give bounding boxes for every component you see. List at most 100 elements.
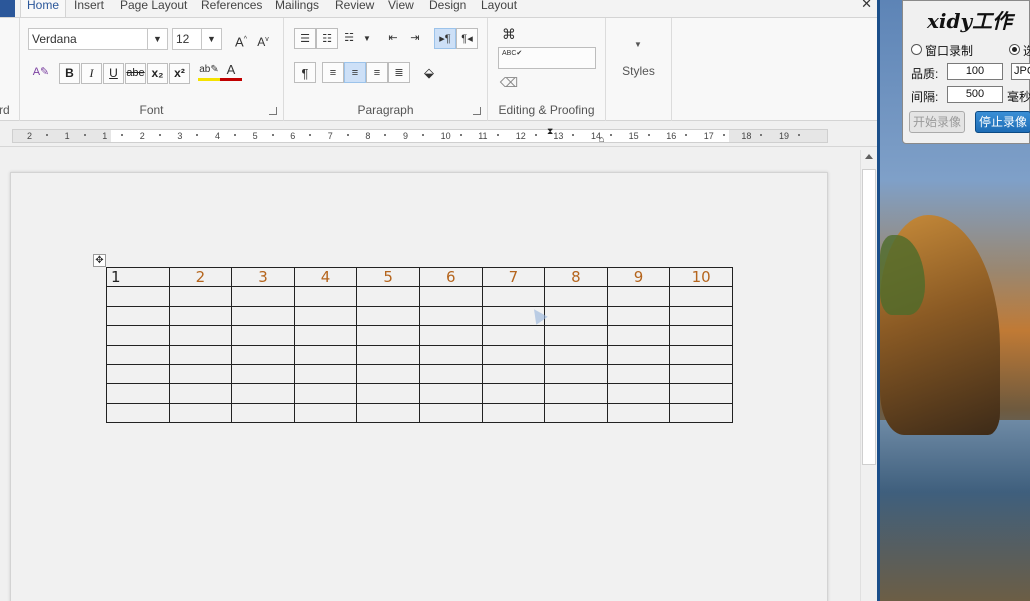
table-cell[interactable] bbox=[418, 402, 483, 424]
table-cell[interactable] bbox=[481, 402, 546, 424]
document-table[interactable]: 1 2 3 4 5 6 7 8 9 10 bbox=[106, 266, 733, 424]
table-cell[interactable] bbox=[293, 402, 358, 424]
right-to-left-icon[interactable]: ¶◂ bbox=[456, 28, 478, 49]
bold-button[interactable]: B bbox=[59, 63, 80, 84]
table-cell[interactable] bbox=[293, 305, 358, 327]
table-cell[interactable] bbox=[669, 344, 733, 365]
strikethrough-button[interactable]: abe bbox=[125, 63, 146, 84]
align-left-icon[interactable]: ≡ bbox=[322, 62, 344, 83]
table-cell[interactable] bbox=[481, 383, 546, 404]
left-to-right-icon[interactable]: ▸¶ bbox=[434, 28, 456, 49]
bullets-icon[interactable]: ☰ bbox=[294, 28, 316, 49]
vertical-scrollbar[interactable] bbox=[860, 150, 877, 601]
table-cell[interactable] bbox=[293, 286, 358, 307]
align-right-icon[interactable]: ≡ bbox=[366, 62, 388, 83]
table-cell[interactable]: 2 bbox=[168, 266, 233, 288]
increase-indent-icon[interactable]: ⇥ bbox=[404, 28, 426, 49]
table-cell[interactable] bbox=[106, 305, 170, 327]
table-cell[interactable] bbox=[168, 305, 233, 327]
table-cell[interactable] bbox=[168, 402, 233, 424]
table-cell[interactable] bbox=[606, 363, 671, 385]
eraser-icon[interactable]: ⌫ bbox=[498, 72, 520, 93]
justify-icon[interactable]: ≣ bbox=[388, 62, 410, 83]
table-cell[interactable] bbox=[481, 363, 546, 385]
table-cell[interactable]: 9 bbox=[606, 266, 671, 288]
table-cell[interactable] bbox=[544, 383, 608, 404]
document-page[interactable]: ✥ 1 2 3 4 5 6 7 8 9 10 bbox=[10, 172, 828, 601]
quality-input[interactable]: 100 bbox=[947, 63, 1003, 80]
table-cell[interactable] bbox=[669, 286, 733, 307]
table-cell[interactable] bbox=[356, 402, 420, 424]
tab-references[interactable]: References bbox=[195, 0, 268, 17]
chevron-down-icon[interactable]: ▼ bbox=[147, 29, 167, 49]
table-cell[interactable] bbox=[544, 305, 608, 327]
chevron-down-icon[interactable]: ▼ bbox=[201, 29, 221, 49]
table-cell[interactable] bbox=[231, 305, 295, 327]
paragraph-dialog-launcher-icon[interactable] bbox=[473, 107, 481, 115]
right-indent-icon[interactable]: ⌂ bbox=[599, 134, 604, 144]
table-cell[interactable] bbox=[481, 325, 546, 346]
chevron-down-icon[interactable]: ▼ bbox=[356, 28, 378, 49]
table-cell[interactable] bbox=[106, 325, 170, 346]
stop-recording-button[interactable]: 停止录像 bbox=[975, 111, 1030, 133]
table-cell[interactable] bbox=[606, 383, 671, 404]
table-cell[interactable] bbox=[231, 402, 295, 424]
chevron-down-icon[interactable]: ▼ bbox=[634, 40, 642, 49]
table-cell[interactable] bbox=[544, 363, 608, 385]
table-cell[interactable]: 8 bbox=[544, 266, 608, 288]
superscript-button[interactable]: x² bbox=[169, 63, 190, 84]
font-color-button[interactable]: A bbox=[220, 62, 242, 81]
table-cell[interactable] bbox=[168, 344, 233, 365]
table-cell[interactable] bbox=[669, 325, 733, 346]
table-cell[interactable] bbox=[293, 344, 358, 365]
font-dialog-launcher-icon[interactable] bbox=[269, 107, 277, 115]
start-recording-button[interactable]: 开始录像 bbox=[909, 111, 965, 133]
table-cell[interactable] bbox=[606, 305, 671, 327]
table-cell[interactable] bbox=[418, 286, 483, 307]
table-cell[interactable] bbox=[231, 363, 295, 385]
subscript-button[interactable]: x₂ bbox=[147, 63, 168, 84]
interval-input[interactable]: 500 bbox=[947, 86, 1003, 103]
table-cell[interactable] bbox=[356, 286, 420, 307]
scroll-up-icon[interactable] bbox=[865, 154, 873, 159]
table-cell[interactable] bbox=[418, 363, 483, 385]
table-cell[interactable] bbox=[106, 344, 170, 365]
table-cell[interactable] bbox=[168, 383, 233, 404]
table-cell[interactable] bbox=[606, 286, 671, 307]
table-cell[interactable] bbox=[293, 383, 358, 404]
table-cell[interactable] bbox=[356, 344, 420, 365]
styles-button[interactable]: Styles bbox=[606, 64, 671, 78]
table-cell[interactable] bbox=[356, 305, 420, 327]
window-record-radio[interactable] bbox=[911, 44, 922, 55]
table-cell[interactable] bbox=[606, 344, 671, 365]
table-cell[interactable] bbox=[481, 286, 546, 307]
other-mode-radio[interactable] bbox=[1009, 44, 1020, 55]
table-cell[interactable] bbox=[669, 305, 733, 327]
table-cell[interactable] bbox=[544, 402, 608, 424]
table-cell[interactable] bbox=[544, 344, 608, 365]
decrease-indent-icon[interactable]: ⇤ bbox=[382, 28, 404, 49]
file-menu-button[interactable] bbox=[0, 0, 15, 17]
tab-view[interactable]: View bbox=[382, 0, 420, 17]
tab-home[interactable]: Home bbox=[20, 0, 67, 17]
find-binoculars-icon[interactable]: ⌘ bbox=[498, 24, 520, 45]
table-cell[interactable] bbox=[356, 383, 420, 404]
table-cell[interactable]: 6 bbox=[418, 266, 483, 288]
table-cell[interactable] bbox=[418, 325, 483, 346]
table-cell[interactable] bbox=[669, 383, 733, 404]
hanging-indent-icon[interactable]: ⧗ bbox=[547, 126, 553, 137]
shading-icon[interactable]: ⬙ bbox=[418, 62, 440, 83]
align-center-icon[interactable]: ≡ bbox=[344, 62, 366, 83]
horizontal-ruler[interactable]: 2 1 1 2 3 4 5 6 7 8 9 10 11 12 13 14 15 16 17 18 19 ⧗ ⌂ bbox=[0, 125, 880, 147]
numbering-icon[interactable]: ☷ bbox=[316, 28, 338, 49]
table-cell[interactable] bbox=[418, 344, 483, 365]
highlight-icon[interactable]: ab✎ bbox=[198, 62, 220, 81]
table-cell[interactable] bbox=[293, 325, 358, 346]
table-move-handle-icon[interactable]: ✥ bbox=[93, 254, 106, 267]
show-formatting-icon[interactable]: ¶ bbox=[294, 62, 316, 83]
table-cell[interactable] bbox=[418, 383, 483, 404]
grow-font-button[interactable]: A^ bbox=[230, 29, 252, 50]
table-cell[interactable] bbox=[356, 325, 420, 346]
table-cell[interactable]: 7 bbox=[481, 266, 546, 288]
underline-button[interactable]: U bbox=[103, 63, 124, 84]
